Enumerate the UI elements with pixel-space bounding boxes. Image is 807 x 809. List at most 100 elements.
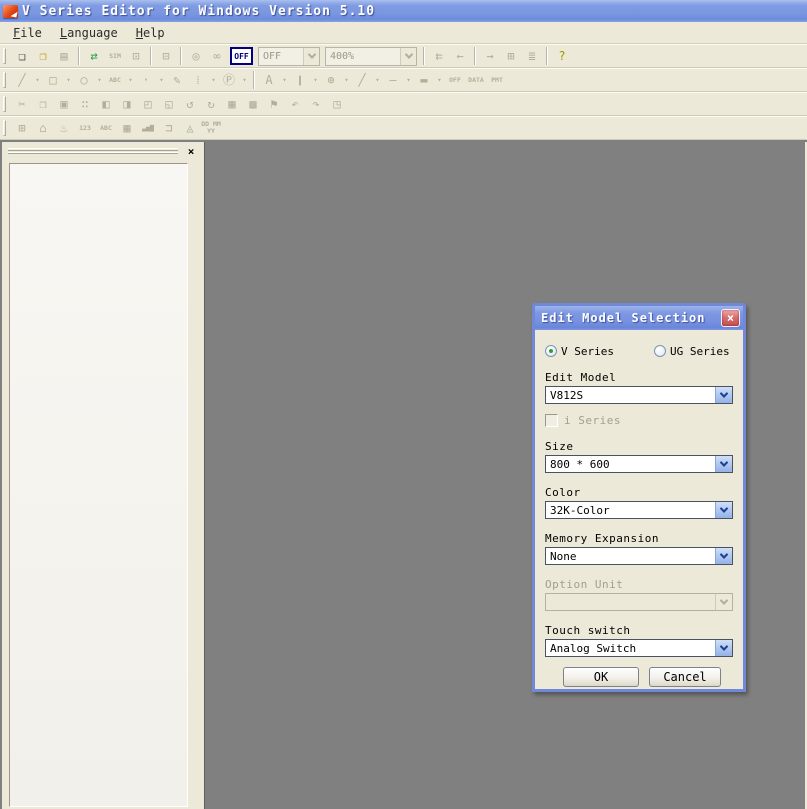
overlap-library-button[interactable]: ⊞ — [12, 119, 32, 138]
dropdown-arrow-icon[interactable]: ▾ — [64, 71, 73, 90]
menu-help[interactable]: Help — [127, 24, 174, 42]
dropdown-arrow-icon[interactable]: ▾ — [33, 71, 42, 90]
alarm-parts-button[interactable]: ♨ — [54, 119, 74, 138]
new-file-button[interactable]: ❏ — [12, 47, 32, 66]
dropdown-arrow-icon[interactable]: ▾ — [404, 71, 413, 90]
next-screen-button[interactable]: → — [480, 47, 500, 66]
parts-place-tool-button[interactable]: Ⓟ — [219, 71, 239, 90]
paste-button[interactable]: ▣ — [54, 95, 74, 114]
character-style-button[interactable]: A — [259, 71, 279, 90]
grid-setting-button[interactable]: ▩ — [243, 95, 263, 114]
chevron-down-icon[interactable] — [715, 387, 732, 403]
radio-v-series[interactable]: V Series — [545, 345, 614, 358]
print-button[interactable]: ⊟ — [156, 47, 176, 66]
search-parts-button[interactable]: ∞ — [207, 47, 227, 66]
group-button[interactable]: ◰ — [138, 95, 158, 114]
toolbar-grip[interactable] — [3, 120, 6, 136]
zoom-level-combo[interactable]: 400% — [325, 47, 417, 66]
dropdown-arrow-icon[interactable]: ▾ — [209, 71, 218, 90]
radio-icon[interactable] — [545, 345, 557, 357]
dropdown-arrow-icon[interactable]: ▾ — [95, 71, 104, 90]
panel-grip[interactable] — [8, 148, 178, 151]
screen-transfer-button[interactable]: ⇄ — [84, 47, 104, 66]
text-tool-button[interactable]: ABC — [105, 71, 125, 90]
paint-tool-button[interactable]: ✎ — [167, 71, 187, 90]
chevron-down-icon[interactable] — [715, 456, 732, 472]
display-state-combo[interactable]: OFF — [258, 47, 320, 66]
line-type-button[interactable]: — — [383, 71, 403, 90]
color-combo[interactable]: 32K-Color — [545, 501, 733, 519]
dialog-close-button[interactable]: × — [721, 309, 740, 327]
radio-ug-series[interactable]: UG Series — [654, 345, 730, 358]
screen-list-button[interactable]: ⊞ — [501, 47, 521, 66]
toolbar-grip[interactable] — [3, 72, 6, 88]
panel-header[interactable]: × — [2, 142, 204, 163]
fast-back-button[interactable]: ⇇ — [429, 47, 449, 66]
data-mode-button[interactable]: DATA — [466, 71, 486, 90]
help-button[interactable]: ? — [552, 47, 572, 66]
undo-button[interactable]: ↶ — [285, 95, 305, 114]
panel-close-icon[interactable]: × — [184, 145, 198, 159]
ok-button[interactable]: OK — [563, 667, 639, 687]
chevron-down-icon[interactable] — [715, 640, 732, 656]
pen-style-button[interactable]: ❙ — [290, 71, 310, 90]
multi-copy-button[interactable]: ∷ — [75, 95, 95, 114]
scale-tool-button[interactable]: ⁞ — [188, 71, 208, 90]
window-titlebar[interactable]: V Series Editor for Windows Version 5.10 — [0, 0, 807, 22]
ellipse-tool-button[interactable]: ○ — [74, 71, 94, 90]
panel-grip[interactable] — [8, 152, 178, 154]
item-list-button[interactable]: ≣ — [522, 47, 542, 66]
menu-file[interactable]: File — [4, 24, 51, 42]
dropdown-arrow-icon[interactable]: ▾ — [373, 71, 382, 90]
toolbar-grip[interactable] — [3, 48, 6, 64]
connector-parts-button[interactable]: ⊐ — [159, 119, 179, 138]
buzzer-parts-button[interactable]: ◬ — [180, 119, 200, 138]
cut-button[interactable]: ✂ — [12, 95, 32, 114]
simulator-button[interactable]: SIM — [105, 47, 125, 66]
toolbar-grip[interactable] — [3, 96, 6, 112]
ungroup-button[interactable]: ◱ — [159, 95, 179, 114]
dropdown-arrow-icon[interactable]: ▾ — [311, 71, 320, 90]
rotate-left-button[interactable]: ↺ — [180, 95, 200, 114]
dropdown-arrow-icon[interactable]: ▾ — [280, 71, 289, 90]
radio-icon[interactable] — [654, 345, 666, 357]
parts-mode-button[interactable]: PMT — [487, 71, 507, 90]
rectangle-tool-button[interactable]: □ — [43, 71, 63, 90]
date-display-button[interactable]: DD MM YY — [201, 119, 221, 138]
lamp-parts-button[interactable]: ⊕ — [321, 71, 341, 90]
calculator-parts-button[interactable]: ▦ — [117, 119, 137, 138]
off-mode-button[interactable]: OFF — [445, 71, 465, 90]
dropdown-arrow-icon[interactable]: ▾ — [157, 71, 166, 90]
align-parts-button[interactable]: ▦ — [222, 95, 242, 114]
deselect-button[interactable]: ◳ — [327, 95, 347, 114]
off-display-toggle-button[interactable]: OFF — [230, 47, 253, 65]
zoom-tool-button[interactable]: ◎ — [186, 47, 206, 66]
dropdown-arrow-icon[interactable]: ▾ — [342, 71, 351, 90]
dialog-titlebar[interactable]: Edit Model Selection × — [535, 306, 743, 330]
touch-switch-combo[interactable]: Analog Switch — [545, 639, 733, 657]
screen-catalog-list[interactable] — [9, 163, 188, 807]
send-to-back-button[interactable]: ◨ — [117, 95, 137, 114]
chevron-down-icon[interactable] — [715, 502, 732, 518]
bring-to-front-button[interactable]: ◧ — [96, 95, 116, 114]
redo-button[interactable]: ↷ — [306, 95, 326, 114]
back-screen-button[interactable]: ← — [450, 47, 470, 66]
dropdown-arrow-icon[interactable]: ▾ — [240, 71, 249, 90]
dot-tool-button[interactable]: · — [136, 71, 156, 90]
dropdown-arrow-icon[interactable]: ▾ — [126, 71, 135, 90]
function-switch-button[interactable]: ⌂ — [33, 119, 53, 138]
graph-parts-button[interactable]: ▃▅▇ — [138, 119, 158, 138]
system-monitor-button[interactable]: ⊡ — [126, 47, 146, 66]
fill-style-button[interactable]: ▬ — [414, 71, 434, 90]
pin-button[interactable]: ⚑ — [264, 95, 284, 114]
chevron-down-icon[interactable] — [715, 548, 732, 564]
line-tool-button[interactable]: ╱ — [12, 71, 32, 90]
numeric-display-button[interactable]: 123 — [75, 119, 95, 138]
open-file-button[interactable]: ❐ — [33, 47, 53, 66]
size-combo[interactable]: 800 * 600 — [545, 455, 733, 473]
memory-expansion-combo[interactable]: None — [545, 547, 733, 565]
rotate-right-button[interactable]: ↻ — [201, 95, 221, 114]
menu-language[interactable]: Language — [51, 24, 127, 42]
edit-model-combo[interactable]: V812S — [545, 386, 733, 404]
dropdown-arrow-icon[interactable]: ▾ — [435, 71, 444, 90]
